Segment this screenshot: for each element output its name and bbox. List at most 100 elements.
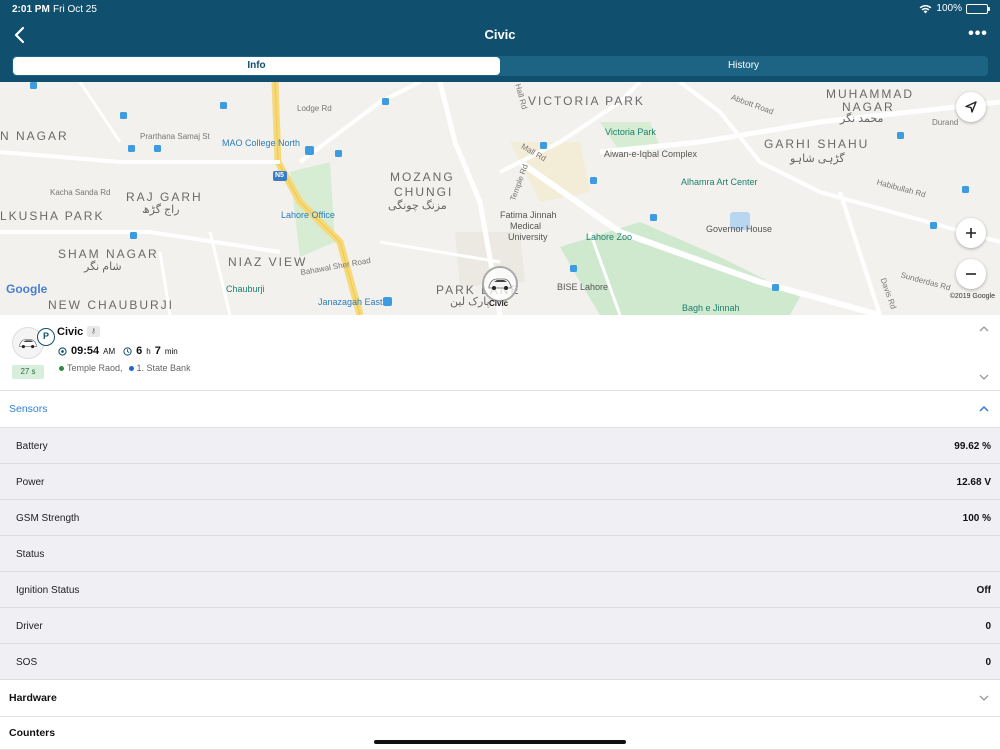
place-dot-icon (128, 365, 134, 371)
map-road-label: N5 (275, 172, 284, 179)
sensor-label: Power (16, 477, 45, 488)
sensor-value: 100 % (962, 513, 991, 524)
map-area-label: MOZANG (390, 170, 455, 184)
chevron-down-icon[interactable] (978, 371, 990, 383)
sensor-label: Ignition Status (16, 585, 80, 596)
more-icon: ••• (968, 25, 988, 42)
car-icon (488, 278, 512, 290)
map-area-label: GARHI SHAHU (764, 137, 870, 151)
battery-icon (966, 3, 990, 14)
home-indicator[interactable] (374, 740, 626, 744)
duration-badge: 27 s (12, 365, 44, 379)
vehicle-location-row: Temple Raod, 1. State Bank (59, 363, 191, 373)
map-urdu-label: گڑہی شاہو (790, 153, 845, 165)
vehicle-summary-card[interactable]: P 27 s Civic ⚷ 09:54 AM 6 h 7 min Temple… (0, 315, 1000, 391)
map-area-label: NEW CHAUBURJI (48, 298, 175, 312)
map-poi-label: Fatima Jinnah (500, 210, 557, 220)
map-poi-label: BISE Lahore (557, 282, 609, 292)
zoom-out-button[interactable] (956, 259, 986, 289)
map-poi-label: Governor House (706, 224, 773, 234)
tab-history[interactable]: History (500, 57, 987, 75)
map-poi-label: University (508, 232, 548, 242)
map-urdu-label: محمد نگر (840, 113, 884, 125)
map-poi-label: Lahore Zoo (586, 232, 633, 242)
map-poi-label: Janazagah East (318, 297, 383, 307)
sensor-row-ignition-status: Ignition Status Off (0, 572, 1000, 608)
map-area-label: LKUSHA PARK (0, 209, 105, 223)
sensor-value: 12.68 V (956, 477, 991, 488)
parking-status-badge: P (37, 328, 55, 346)
status-date: Fri Oct 25 (53, 4, 97, 15)
map-view[interactable]: VICTORIA PARK MUHAMMAD NAGAR N NAGAR GAR… (0, 82, 1000, 315)
sensor-label: Driver (16, 621, 43, 632)
vehicle-marker-label: Civic (489, 299, 509, 308)
sensor-label: Battery (16, 441, 48, 452)
map-urdu-label: پارک لین (450, 296, 490, 308)
map-area-label: SHAM NAGAR (58, 247, 159, 261)
zoom-in-button[interactable] (956, 218, 986, 248)
status-time: 2:01 PM (12, 4, 50, 15)
sensor-row-sos: SOS 0 (0, 644, 1000, 680)
map-area-label: RAJ GARH (126, 190, 203, 204)
map-area-label: VICTORIA PARK (528, 94, 645, 108)
navigation-header: 2:01 PM Fri Oct 25 100% Civic ••• Info H… (0, 0, 1000, 82)
map-copyright: ©2019 Google (949, 293, 995, 300)
tab-info[interactable]: Info (13, 57, 500, 75)
google-logo: Google (6, 282, 47, 296)
map-poi-label: Medical (510, 221, 542, 231)
map-poi-label: Lahore Office (281, 210, 335, 220)
last-update-time: 09:54 (71, 345, 100, 357)
map-urdu-label: مزنگ چونگی (388, 200, 447, 212)
map-area-label: MUHAMMAD (826, 87, 914, 101)
clock-icon (123, 346, 132, 356)
map-road-label: Prarthana Samaj St (140, 132, 210, 141)
counters-section-header[interactable]: Counters (0, 717, 1000, 750)
google-logo-text: Google (6, 282, 48, 296)
map-road-label: Durand (932, 118, 959, 127)
map-poi-label: Alhamra Art Center (681, 177, 758, 187)
minus-icon (966, 273, 976, 275)
sensor-row-battery: Battery 99.62 % (0, 428, 1000, 464)
clock-target-icon (58, 346, 67, 356)
wifi-icon (920, 4, 932, 13)
key-icon: ⚷ (87, 326, 100, 337)
map-area-label: NIAZ VIEW (228, 255, 308, 269)
sensors-section-header[interactable]: Sensors (0, 391, 1000, 428)
vehicle-name: Civic (57, 326, 84, 338)
map-poi-label: MAO College North (222, 138, 301, 148)
back-button[interactable] (8, 24, 30, 46)
chevron-up-icon[interactable] (978, 323, 990, 335)
last-update-ampm: AM (103, 346, 116, 356)
chevron-down-icon (979, 695, 989, 701)
map-urdu-label: راج گڑھ (142, 204, 180, 216)
status-bar: 2:01 PM Fri Oct 25 100% (0, 0, 1000, 18)
sensor-label: GSM Strength (16, 513, 80, 524)
elapsed-hours: 6 (136, 345, 143, 357)
car-icon (19, 338, 37, 348)
elapsed-minutes-unit: min (164, 346, 178, 356)
battery-percent: 100% (936, 3, 962, 14)
sensor-label: SOS (16, 657, 38, 668)
sensors-section-title: Sensors (9, 403, 48, 415)
tab-bar: Info History (12, 56, 988, 76)
locate-button[interactable] (956, 92, 986, 122)
plus-icon (966, 228, 976, 238)
navigation-arrow-icon (965, 101, 977, 113)
map-poi-label: Bagh e Jinnah (682, 303, 740, 313)
sensor-value: 0 (985, 657, 991, 668)
sensor-row-power: Power 12.68 V (0, 464, 1000, 500)
sensor-row-driver: Driver 0 (0, 608, 1000, 644)
chevron-up-icon (979, 405, 989, 412)
vehicle-time-row: 09:54 AM 6 h 7 min (58, 345, 178, 357)
sensor-value: 0 (985, 621, 991, 632)
sensor-value: 99.62 % (954, 441, 991, 452)
more-options-button[interactable]: ••• (968, 25, 988, 42)
map-poi-label: Aiwan-e-Iqbal Complex (604, 149, 698, 159)
hardware-section-header[interactable]: Hardware (0, 680, 1000, 717)
hardware-section-title: Hardware (9, 692, 57, 704)
map-area-label: N NAGAR (0, 129, 69, 143)
vehicle-marker[interactable] (482, 266, 518, 302)
elapsed-hours-unit: h (146, 346, 151, 356)
page-title: Civic (484, 27, 516, 42)
map-area-label: CHUNGI (394, 185, 454, 199)
